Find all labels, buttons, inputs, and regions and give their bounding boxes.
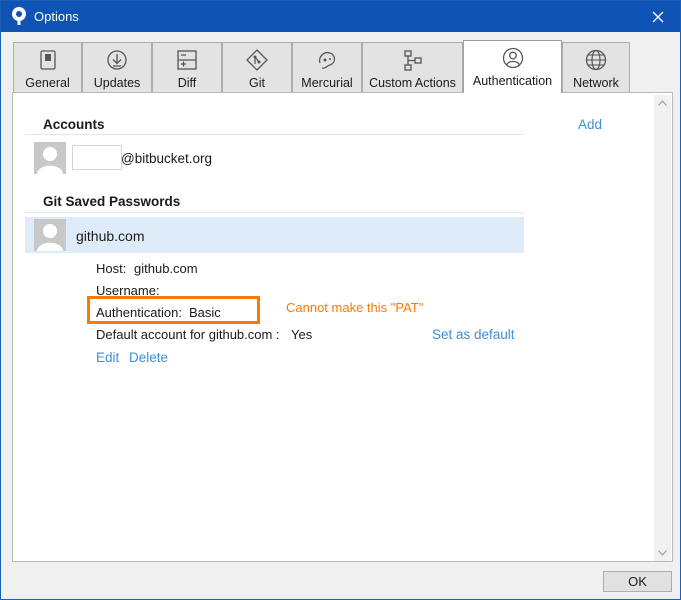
edit-link[interactable]: Edit	[96, 350, 119, 365]
accounts-heading: Accounts	[43, 117, 105, 132]
tab-updates[interactable]: Updates	[82, 42, 152, 92]
tab-label: Authentication	[472, 74, 553, 88]
avatar	[34, 219, 66, 251]
delete-link[interactable]: Delete	[129, 350, 168, 365]
tab-label: Diff	[177, 76, 197, 90]
close-icon	[652, 11, 664, 22]
mercurial-icon	[318, 51, 336, 69]
annotation-note: Cannot make this "PAT"	[286, 300, 424, 315]
tab-network[interactable]: Network	[562, 42, 630, 92]
tab-label: Mercurial	[301, 76, 353, 90]
sourcetree-logo-icon	[12, 7, 26, 25]
user-circle-icon	[502, 47, 523, 69]
tab-label: Custom Actions	[369, 76, 456, 90]
tab-custom-actions[interactable]: Custom Actions	[362, 42, 463, 92]
window-title: Options	[34, 9, 79, 24]
git-diamond-icon	[246, 49, 268, 71]
divider	[25, 134, 524, 135]
chevron-down-icon	[658, 550, 667, 556]
account-email[interactable]: @bitbucket.org	[121, 151, 212, 166]
title-bar: Options	[1, 1, 680, 32]
tab-authentication[interactable]: Authentication	[463, 40, 562, 93]
diff-icon	[177, 50, 197, 70]
globe-icon	[585, 49, 607, 71]
tab-label: Network	[573, 76, 619, 90]
host-label: Host:	[96, 261, 127, 276]
host-value: github.com	[134, 261, 198, 276]
close-button[interactable]	[636, 1, 680, 32]
tab-git[interactable]: Git	[222, 42, 292, 92]
scroll-down-button[interactable]	[654, 547, 671, 559]
redacted-username	[72, 145, 122, 170]
tab-general[interactable]: General	[13, 42, 82, 92]
scroll-up-button[interactable]	[654, 97, 671, 109]
default-account-value: Yes	[291, 327, 313, 342]
download-circle-icon	[107, 50, 127, 70]
tab-diff[interactable]: Diff	[152, 42, 222, 92]
tab-label: Updates	[93, 76, 141, 90]
avatar	[34, 142, 66, 174]
tab-mercurial[interactable]: Mercurial	[292, 42, 362, 92]
annotation-highlight-box	[87, 296, 260, 324]
saved-host-name: github.com	[76, 228, 145, 244]
default-account-label: Default account for github.com :	[96, 327, 280, 342]
add-account-link[interactable]: Add	[578, 117, 602, 132]
chevron-up-icon	[658, 100, 667, 106]
divider	[25, 212, 524, 213]
tab-label: General	[25, 76, 70, 90]
vertical-scrollbar[interactable]	[654, 95, 671, 561]
user-placeholder-icon	[37, 147, 63, 174]
options-window: Options General Updates Diff Git Mercuri…	[0, 0, 681, 600]
tab-label: Git	[249, 76, 265, 90]
git-saved-passwords-heading: Git Saved Passwords	[43, 194, 181, 209]
custom-actions-icon	[403, 50, 422, 71]
set-as-default-link[interactable]: Set as default	[432, 327, 515, 342]
ok-button[interactable]: OK	[603, 571, 672, 592]
user-placeholder-icon	[37, 224, 63, 251]
toggle-switch-icon	[39, 50, 56, 70]
